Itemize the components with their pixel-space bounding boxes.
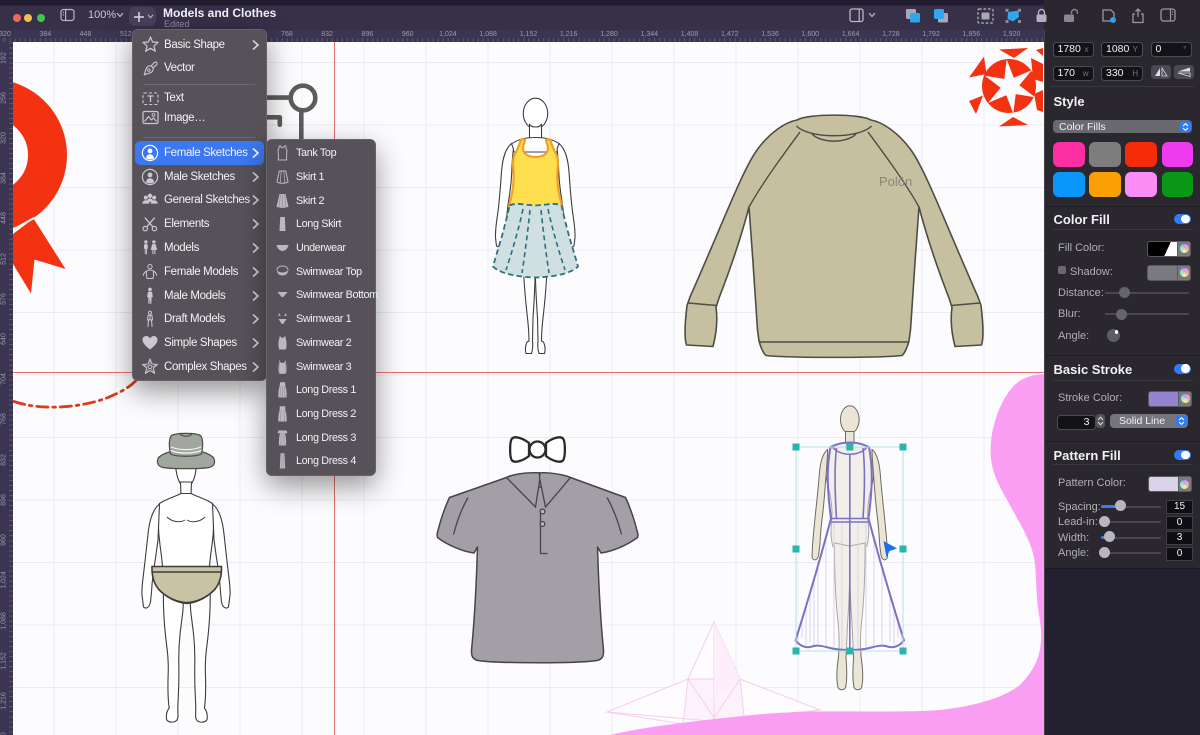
svg-text:Polön: Polön bbox=[879, 174, 912, 189]
